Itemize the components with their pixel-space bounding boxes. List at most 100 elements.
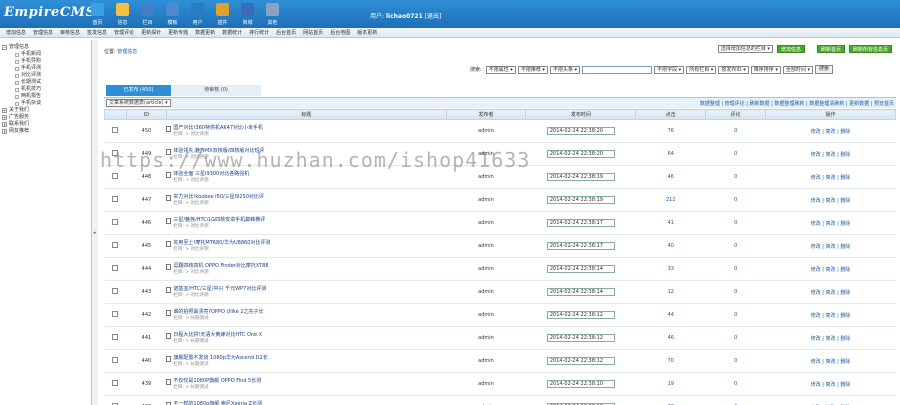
- nav-item-1[interactable]: 信息: [110, 1, 135, 28]
- row-comments[interactable]: 0: [705, 372, 766, 396]
- row-comments[interactable]: 0: [705, 303, 766, 327]
- row-checkbox[interactable]: [112, 242, 119, 248]
- row-time-input[interactable]: 2014-02-24 22:38:20: [546, 127, 615, 135]
- row-title-link[interactable]: 谁的拍照最漂亮?OPPO Ulike 2之先子长: [173, 309, 263, 316]
- order-select[interactable]: 按发布ID ▾: [718, 65, 749, 74]
- row-time-input[interactable]: 2014-02-24 22:38:10: [546, 380, 615, 388]
- row-comments[interactable]: 0: [705, 119, 766, 143]
- row-title-link[interactable]: 国产对比!360特供机AK47对比小米手机: [173, 125, 263, 132]
- row-title-link[interactable]: 诺基亚/HTC/三星/中兴 千元WP7对比评测: [173, 286, 266, 293]
- row-checkbox[interactable]: [112, 150, 119, 156]
- row-actions[interactable]: 修改 | 简改 | 删除: [765, 372, 896, 396]
- row-actions[interactable]: 修改 | 简改 | 删除: [765, 395, 896, 405]
- tree-item[interactable]: 手机导购: [2, 58, 89, 65]
- nav-item-6[interactable]: 商城: [235, 1, 260, 28]
- row-checkbox[interactable]: [112, 265, 119, 271]
- nav-item-3[interactable]: 模板: [160, 1, 185, 28]
- row-comments[interactable]: 0: [705, 395, 766, 405]
- tree-group[interactable]: + 网友推荐: [2, 128, 89, 135]
- tree-item[interactable]: 机机技巧: [2, 86, 89, 93]
- tree-item[interactable]: 长期测试: [2, 79, 89, 86]
- refresh-all-button[interactable]: 刷新所有信息页: [848, 45, 892, 53]
- tree-item[interactable]: 两机报告: [2, 93, 89, 100]
- tree-group[interactable]: + 联系我们: [2, 121, 89, 128]
- menu-item[interactable]: 数据更新: [195, 28, 215, 37]
- nav-item-4[interactable]: 用户: [185, 1, 210, 28]
- nav-item-2[interactable]: 栏目: [135, 1, 160, 28]
- column-select[interactable]: 选择增加信息的栏目 ▾: [717, 45, 773, 53]
- sidebar-splitter[interactable]: ◂: [92, 40, 98, 405]
- refresh-home-button[interactable]: 刷新首页: [816, 45, 845, 53]
- tree-item[interactable]: 对比评测: [2, 72, 89, 79]
- search-button[interactable]: 搜索: [815, 65, 834, 74]
- row-title-link[interactable]: 日程大比拼!天语大黄蜂对比HTC One X: [173, 332, 262, 339]
- row-time-input[interactable]: 2014-02-24 22:38:12: [546, 357, 615, 365]
- row-actions[interactable]: 修改 | 简改 | 删除: [765, 349, 896, 373]
- row-time-input[interactable]: 2014-02-24 22:38:20: [546, 150, 615, 158]
- collapse-arrow-icon[interactable]: ◂: [93, 230, 96, 236]
- menu-item[interactable]: 数据统计: [222, 28, 242, 37]
- row-actions[interactable]: 修改 | 简改 | 删除: [765, 303, 896, 327]
- row-title-link[interactable]: 体验领先,魅族MX双核版/四核版对比短评: [173, 148, 264, 155]
- menu-item[interactable]: 管理信息: [33, 28, 53, 37]
- row-checkbox[interactable]: [112, 357, 119, 363]
- row-actions[interactable]: 修改 | 简改 | 删除: [765, 326, 896, 350]
- search-input[interactable]: [582, 65, 653, 74]
- row-actions[interactable]: 修改 | 简改 | 删除: [765, 257, 896, 281]
- row-actions[interactable]: 修改 | 简改 | 删除: [765, 188, 896, 212]
- field-select[interactable]: 不限字段 ▾: [654, 65, 685, 74]
- row-comments[interactable]: 0: [705, 188, 766, 212]
- menu-item[interactable]: 增加信息: [6, 28, 26, 37]
- row-checkbox[interactable]: [112, 288, 119, 294]
- row-actions[interactable]: 修改 | 简改 | 删除: [765, 211, 896, 235]
- row-checkbox[interactable]: [112, 173, 119, 179]
- column-filter-select[interactable]: 所有栏目 ▾: [686, 65, 717, 74]
- tab-pending[interactable]: 待审核 (0): [171, 85, 261, 96]
- row-actions[interactable]: 修改 | 简改 | 删除: [765, 142, 896, 166]
- add-info-button[interactable]: 增加信息: [776, 45, 805, 53]
- filter-recommend-select[interactable]: 不限推荐 ▾: [517, 65, 548, 74]
- quick-links[interactable]: 数据整理 | 管理评论 | 刷新数据 | 数据整理刷新 | 数据整理清刷新 | …: [700, 100, 894, 107]
- menu-item[interactable]: 签发信息: [87, 28, 107, 37]
- row-comments[interactable]: 0: [705, 142, 766, 166]
- tree-item[interactable]: 手机评测: [2, 65, 89, 72]
- row-checkbox[interactable]: [112, 219, 119, 225]
- row-comments[interactable]: 0: [705, 211, 766, 235]
- nav-item-5[interactable]: 插件: [210, 1, 235, 28]
- logout-link[interactable]: [退出]: [425, 13, 442, 20]
- menu-item[interactable]: 更新探针: [141, 28, 161, 37]
- row-checkbox[interactable]: [112, 196, 119, 202]
- menu-item[interactable]: 版本更新: [357, 28, 377, 37]
- row-title-link[interactable]: 实力对比!koobee I50/三星I9250对比评: [173, 194, 263, 201]
- filter-headline-select[interactable]: 不限头条 ▾: [549, 65, 581, 74]
- row-title-link[interactable]: 三星/魅族/HTC/LG四核安卓手机巅峰横评: [173, 217, 265, 224]
- row-comments[interactable]: 0: [705, 234, 766, 258]
- row-comments[interactable]: 0: [705, 349, 766, 373]
- row-title-link[interactable]: 旗舰配置不发烧 1080p华为Ascend D2长: [173, 355, 267, 362]
- user-name[interactable]: lichao0721: [386, 13, 423, 20]
- row-time-input[interactable]: 2014-02-24 22:38:14: [546, 288, 615, 296]
- time-select[interactable]: 全部时间 ▾: [782, 65, 813, 74]
- row-actions[interactable]: 修改 | 简改 | 删除: [765, 119, 896, 143]
- tree-group[interactable]: + 广告服务: [2, 114, 89, 121]
- row-checkbox[interactable]: [112, 334, 119, 340]
- row-checkbox[interactable]: [112, 127, 119, 133]
- row-time-input[interactable]: 2014-02-24 22:38:19: [546, 196, 615, 204]
- menu-item[interactable]: 审核信息: [60, 28, 80, 37]
- row-title-link[interactable]: 逗翻四核四机 OPPO Finder对比摩托XT88: [173, 263, 268, 270]
- menu-item[interactable]: 网站首页: [303, 28, 323, 37]
- nav-item-7[interactable]: 其他: [260, 1, 285, 28]
- tree-root[interactable]: − 管理信息: [2, 44, 89, 51]
- row-title-link[interactable]: 不仅仅是1080P旗舰 OPPO Find 5长测: [173, 378, 261, 385]
- row-time-input[interactable]: 2014-02-24 22:38:17: [546, 242, 615, 250]
- row-time-input[interactable]: 2014-02-24 22:38:12: [546, 311, 615, 319]
- menu-item[interactable]: 后台地图: [330, 28, 350, 37]
- filter-attr-select[interactable]: 不限属性 ▾: [485, 65, 516, 74]
- tab-published[interactable]: 已发布 (450): [106, 85, 171, 96]
- sort-select[interactable]: 降序排序 ▾: [750, 65, 781, 74]
- row-actions[interactable]: 修改 | 简改 | 删除: [765, 280, 896, 304]
- table-select[interactable]: 文章系统数据表(article) ▾: [106, 99, 171, 107]
- row-title-link[interactable]: 体验全面 三星I9300对比各路强机: [173, 171, 249, 178]
- row-time-input[interactable]: 2014-02-24 22:38:14: [546, 265, 615, 273]
- row-actions[interactable]: 修改 | 简改 | 删除: [765, 234, 896, 258]
